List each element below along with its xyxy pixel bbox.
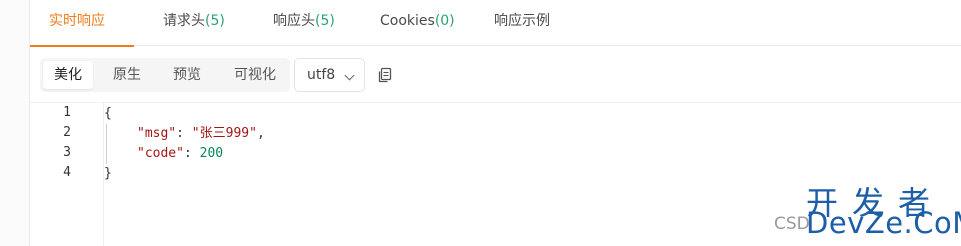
encoding-select[interactable]: utf8 — [294, 58, 365, 92]
tab-count: (0) — [434, 13, 455, 29]
tab-response-examples[interactable]: 响应示例 — [494, 0, 550, 46]
tab-live-response[interactable]: 实时响应 — [30, 0, 134, 47]
view-mode-pretty[interactable]: 美化 — [43, 61, 93, 89]
view-mode-preview[interactable]: 预览 — [162, 61, 212, 89]
tab-count: (5) — [205, 13, 225, 29]
code-line: } — [104, 164, 112, 184]
line-number: 4 — [63, 165, 71, 180]
line-number: 1 — [63, 105, 71, 120]
json-number-value: 200 — [199, 146, 224, 161]
tab-request-headers[interactable]: 请求头(5) — [163, 0, 225, 46]
json-comma: , — [256, 126, 265, 141]
tab-response-headers[interactable]: 响应头(5) — [273, 0, 335, 46]
close-brace: } — [104, 166, 112, 181]
view-mode-switch: 美化 原生 预览 可视化 — [40, 58, 290, 92]
view-mode-visualize[interactable]: 可视化 — [224, 61, 286, 89]
tab-label: 实时响应 — [49, 13, 105, 29]
json-string-value: "张三999" — [191, 126, 257, 141]
watermark-csdn: CSD — [774, 214, 810, 234]
copy-icon — [378, 67, 392, 83]
json-key: "code" — [137, 146, 184, 161]
tab-label: 请求头 — [163, 13, 205, 29]
json-colon: : — [176, 126, 192, 141]
encoding-value: utf8 — [307, 67, 336, 83]
line-number-gutter: 1 2 3 4 — [30, 103, 104, 246]
tab-cookies[interactable]: Cookies(0) — [380, 0, 455, 46]
left-margin — [0, 0, 29, 246]
indent-guide — [106, 124, 107, 164]
open-brace: { — [104, 106, 112, 121]
code-line: { — [104, 104, 112, 124]
tab-label: Cookies — [380, 13, 435, 29]
watermark-site: DevZe.CoM — [806, 206, 961, 240]
copy-button[interactable] — [376, 66, 394, 84]
json-key: "msg" — [137, 126, 177, 141]
code-line: "code": 200 — [137, 144, 223, 164]
line-number: 2 — [63, 125, 71, 140]
tab-count: (5) — [315, 13, 335, 29]
view-mode-raw[interactable]: 原生 — [102, 61, 152, 89]
chevron-down-icon — [344, 70, 355, 81]
tab-label: 响应示例 — [494, 13, 550, 29]
tab-label: 响应头 — [273, 13, 315, 29]
json-colon: : — [183, 146, 200, 161]
code-line: "msg": "张三999", — [137, 124, 265, 144]
line-number: 3 — [63, 145, 71, 160]
response-tabs: 实时响应 请求头(5) 响应头(5) Cookies(0) 响应示例 — [30, 0, 961, 47]
